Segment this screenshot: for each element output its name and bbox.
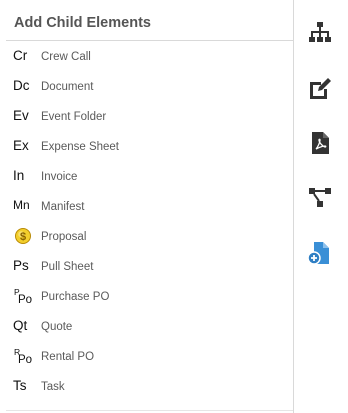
title-divider bbox=[6, 40, 293, 41]
list-item-label: Document bbox=[41, 81, 94, 93]
manifest-icon: Mn bbox=[13, 198, 30, 212]
list-item-label: Task bbox=[41, 381, 65, 393]
pull-sheet-icon: Ps bbox=[13, 258, 29, 273]
list-item-label: Rental PO bbox=[41, 351, 95, 363]
list-item-label: Expense Sheet bbox=[41, 141, 120, 153]
crew-call-icon: Cr bbox=[13, 48, 28, 63]
task-icon: Ts bbox=[13, 378, 27, 393]
workflow-icon[interactable] bbox=[307, 184, 333, 210]
quote-icon: Qt bbox=[13, 318, 28, 333]
list-item-crew-call[interactable]: Cr Crew Call bbox=[6, 42, 293, 72]
child-element-list: Cr Crew Call Dc Document Ev Event Folder… bbox=[6, 42, 293, 402]
list-item-event-folder[interactable]: Ev Event Folder bbox=[6, 102, 293, 132]
edit-icon[interactable] bbox=[307, 76, 333, 102]
list-item-label: Proposal bbox=[41, 231, 87, 243]
list-item-proposal[interactable]: $ Proposal bbox=[6, 222, 293, 252]
list-item-expense-sheet[interactable]: Ex Expense Sheet bbox=[6, 132, 293, 162]
purchase-po-icon: P Po bbox=[13, 286, 37, 308]
list-item-document[interactable]: Dc Document bbox=[6, 72, 293, 102]
invoice-icon: In bbox=[13, 168, 25, 183]
list-item-label: Manifest bbox=[41, 201, 85, 213]
list-item-quote[interactable]: Qt Quote bbox=[6, 312, 293, 342]
pdf-file-icon[interactable] bbox=[307, 130, 333, 156]
list-item-label: Event Folder bbox=[41, 111, 107, 123]
panel-right-border bbox=[293, 0, 294, 413]
list-item-invoice[interactable]: In Invoice bbox=[6, 162, 293, 192]
list-item-manifest[interactable]: Mn Manifest bbox=[6, 192, 293, 222]
add-child-elements-panel: Add Child Elements Cr Crew Call Dc Docum… bbox=[6, 0, 294, 413]
dollar-coin-icon: $ bbox=[15, 228, 31, 244]
list-item-label: Quote bbox=[41, 321, 73, 333]
list-item-pull-sheet[interactable]: Ps Pull Sheet bbox=[6, 252, 293, 282]
rental-po-icon: R Po bbox=[13, 346, 37, 368]
expense-sheet-icon: Ex bbox=[13, 138, 29, 153]
right-toolbar bbox=[296, 0, 348, 413]
document-icon: Dc bbox=[13, 78, 30, 93]
event-folder-icon: Ev bbox=[13, 108, 29, 123]
list-item-label: Pull Sheet bbox=[41, 261, 94, 273]
panel-bottom-border bbox=[6, 410, 293, 411]
panel-title: Add Child Elements bbox=[14, 15, 151, 31]
list-item-label: Crew Call bbox=[41, 51, 91, 63]
list-item-label: Purchase PO bbox=[41, 291, 110, 303]
list-item-purchase-po[interactable]: P Po Purchase PO bbox=[6, 282, 293, 312]
icon-base: Po bbox=[18, 294, 33, 306]
hierarchy-icon[interactable] bbox=[307, 20, 333, 46]
list-item-label: Invoice bbox=[41, 171, 78, 183]
list-item-rental-po[interactable]: R Po Rental PO bbox=[6, 342, 293, 372]
svg-text:$: $ bbox=[20, 231, 26, 243]
add-file-icon[interactable] bbox=[307, 240, 333, 266]
list-item-task[interactable]: Ts Task bbox=[6, 372, 293, 402]
icon-base: Po bbox=[18, 354, 33, 366]
